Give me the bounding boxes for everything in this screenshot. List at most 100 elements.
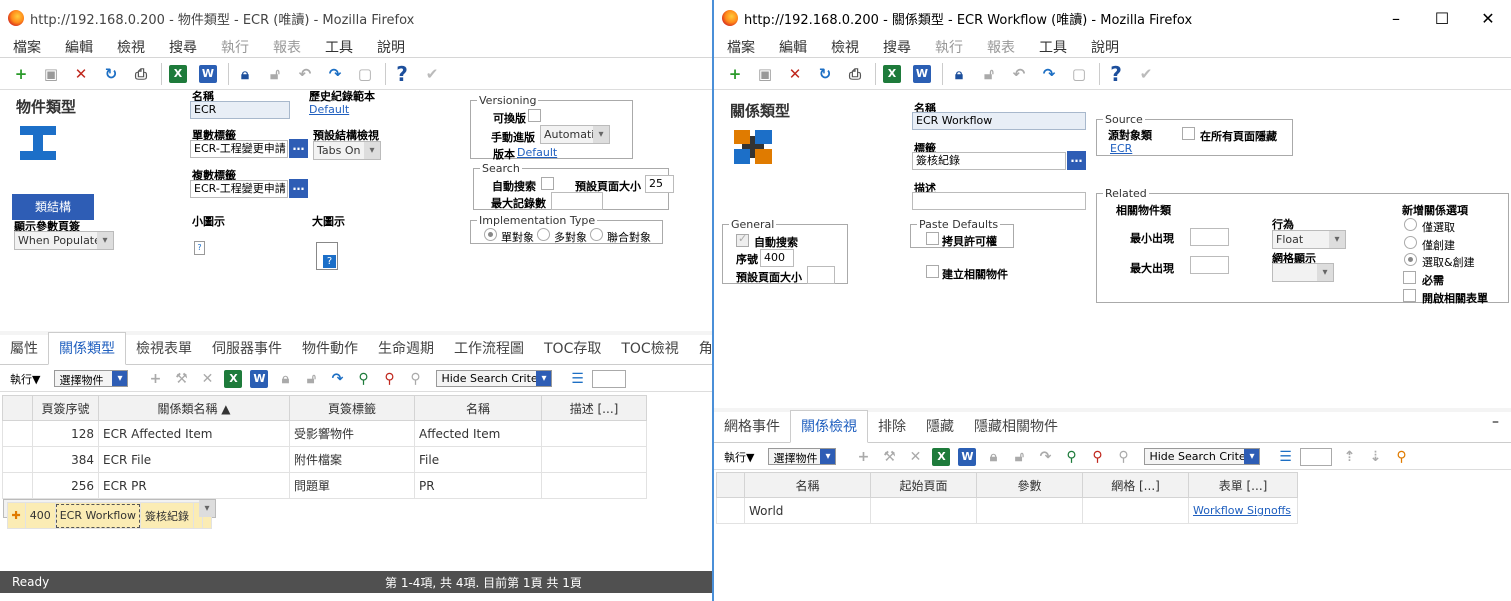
grid-word-icon[interactable]: W bbox=[248, 369, 270, 389]
table-row[interactable]: World Workflow Signoffs bbox=[716, 497, 1298, 524]
auto-search-checkbox[interactable] bbox=[541, 177, 554, 190]
rel-select-create-radio[interactable] bbox=[1404, 253, 1417, 266]
tab-toc-view[interactable]: TOC檢視 bbox=[611, 338, 688, 364]
menu-edit[interactable]: 編輯 bbox=[766, 37, 818, 57]
menu-search[interactable]: 搜尋 bbox=[156, 37, 208, 57]
search-clear-icon[interactable]: ⚲ bbox=[1086, 447, 1108, 467]
rel-create-only-radio[interactable] bbox=[1404, 236, 1417, 249]
source-link[interactable]: ECR bbox=[1110, 142, 1132, 155]
promote-icon[interactable]: ↷ bbox=[1036, 62, 1062, 86]
col-name[interactable]: 名稱 bbox=[744, 472, 871, 498]
maximize-button[interactable]: ☐ bbox=[1419, 0, 1465, 36]
undo-icon[interactable]: ↶ bbox=[1006, 62, 1032, 86]
search-run-icon[interactable]: ⚲ bbox=[1060, 447, 1082, 467]
page-size-field[interactable]: 25 bbox=[645, 175, 674, 193]
desc-field[interactable] bbox=[912, 192, 1086, 210]
copy-perm-checkbox[interactable] bbox=[926, 232, 939, 245]
seq-field[interactable]: 400 bbox=[760, 249, 794, 267]
open-related-checkbox[interactable] bbox=[1403, 289, 1416, 302]
tab-relationship-types[interactable]: 關係類型 bbox=[48, 332, 126, 365]
col-seq[interactable]: 頁簽序號 bbox=[32, 395, 99, 421]
grid-run-menu[interactable]: 執行▼ bbox=[724, 449, 754, 465]
grid-unlock-icon[interactable]: 🔓︎ bbox=[1008, 447, 1030, 467]
save-icon[interactable]: ▣ bbox=[38, 62, 64, 86]
behavior-select[interactable]: Float bbox=[1272, 230, 1346, 249]
auto-search-checkbox[interactable]: ✓ bbox=[736, 232, 749, 247]
delete-row-icon[interactable]: ✕ bbox=[196, 369, 218, 389]
version-link[interactable]: Default bbox=[517, 146, 557, 159]
excel-icon[interactable]: X bbox=[879, 62, 905, 86]
min-field[interactable] bbox=[1190, 228, 1229, 246]
col-tab-label[interactable]: 頁簽標籤 bbox=[289, 395, 415, 421]
impl-multi-radio[interactable] bbox=[537, 228, 550, 241]
word-icon[interactable]: W bbox=[195, 62, 221, 86]
tab-relationship-view[interactable]: 關係檢視 bbox=[790, 410, 868, 443]
name-field[interactable]: ECR bbox=[190, 101, 290, 119]
refresh-icon[interactable]: ↻ bbox=[812, 62, 838, 86]
new-icon[interactable]: + bbox=[722, 62, 748, 86]
search-run-icon[interactable]: ⚲ bbox=[352, 369, 374, 389]
label-field[interactable]: 簽核紀錄 bbox=[912, 152, 1066, 170]
large-icon-image[interactable]: ? bbox=[316, 242, 338, 270]
rel-select-only-radio[interactable] bbox=[1404, 218, 1417, 231]
help-icon[interactable]: ? bbox=[1103, 62, 1129, 86]
unlock-icon[interactable]: 🔓︎ bbox=[262, 62, 288, 86]
col-start-page[interactable]: 起始頁面 bbox=[870, 472, 977, 498]
grid-run-menu[interactable]: 執行▼ bbox=[10, 371, 40, 387]
table-row[interactable]: 128 ECR Affected Item 受影響物件 Affected Ite… bbox=[2, 420, 647, 447]
grid-select-dropdown[interactable]: 選擇物件 bbox=[768, 448, 837, 465]
single-browse-button[interactable]: … bbox=[289, 139, 308, 158]
col-desc[interactable]: 描述 [...] bbox=[541, 395, 647, 421]
pick-icon[interactable]: ⚒ bbox=[878, 447, 900, 467]
close-button[interactable]: ✕ bbox=[1465, 0, 1511, 36]
table-row[interactable]: 256 ECR PR 問題單 PR bbox=[2, 472, 647, 499]
clipboard-icon[interactable]: ▢ bbox=[1066, 62, 1092, 86]
pick-icon[interactable]: ⚒ bbox=[170, 369, 192, 389]
delete-row-icon[interactable]: ✕ bbox=[904, 447, 926, 467]
small-icon-image[interactable]: ? bbox=[194, 241, 205, 255]
default-view-select[interactable]: Tabs On bbox=[313, 141, 381, 160]
table-row[interactable]: 384 ECR File 附件檔案 File bbox=[2, 446, 647, 473]
menu-file[interactable]: 檔案 bbox=[714, 37, 766, 57]
sort-down-icon[interactable]: ⇣ bbox=[1364, 447, 1386, 467]
required-checkbox[interactable] bbox=[1403, 271, 1416, 284]
grid-word-icon[interactable]: W bbox=[956, 447, 978, 467]
grid-excel-icon[interactable]: X bbox=[930, 447, 952, 467]
single-field[interactable]: ECR-工程變更申請 bbox=[190, 140, 288, 158]
menu-help[interactable]: 說明 bbox=[364, 37, 416, 57]
new-icon[interactable]: + bbox=[8, 62, 34, 86]
max-records-field[interactable] bbox=[551, 192, 603, 210]
manual-rev-select[interactable]: Automatic bbox=[540, 125, 610, 144]
promote-icon[interactable]: ↷ bbox=[322, 62, 348, 86]
tab-server-events[interactable]: 伺服器事件 bbox=[202, 338, 292, 364]
tab-workflow[interactable]: 工作流程圖 bbox=[444, 338, 534, 364]
lock-icon[interactable]: 🔒︎ bbox=[232, 62, 258, 86]
history-link[interactable]: Default bbox=[309, 103, 349, 116]
grid-excel-icon[interactable]: X bbox=[222, 369, 244, 389]
hide-all-checkbox[interactable] bbox=[1182, 127, 1195, 140]
find-icon[interactable]: ⚲ bbox=[1390, 447, 1412, 467]
tab-properties[interactable]: 屬性 bbox=[0, 338, 48, 364]
grid-view-select[interactable] bbox=[1272, 263, 1334, 282]
unlock-icon[interactable]: 🔓︎ bbox=[976, 62, 1002, 86]
table-row-selected[interactable]: ✚ 400 ECR Workflow 簽核紀錄 bbox=[2, 499, 216, 529]
label-browse-button[interactable]: … bbox=[1067, 151, 1086, 170]
tab-grid-events[interactable]: 網格事件 bbox=[714, 416, 790, 442]
grid-promote-icon[interactable]: ↷ bbox=[1034, 447, 1056, 467]
undo-icon[interactable]: ↶ bbox=[292, 62, 318, 86]
plural-browse-button[interactable]: … bbox=[289, 179, 308, 198]
menu-search[interactable]: 搜尋 bbox=[870, 37, 922, 57]
grid-promote-icon[interactable]: ↷ bbox=[326, 369, 348, 389]
col-name[interactable]: 名稱 bbox=[414, 395, 542, 421]
menu-report[interactable]: 報表 bbox=[260, 37, 312, 57]
menu-report[interactable]: 報表 bbox=[974, 37, 1026, 57]
impl-union-radio[interactable] bbox=[590, 228, 603, 241]
clipboard-icon[interactable]: ▢ bbox=[352, 62, 378, 86]
sort-up-icon[interactable]: ⇡ bbox=[1338, 447, 1360, 467]
lock-icon[interactable]: 🔒︎ bbox=[946, 62, 972, 86]
delete-icon[interactable]: ✕ bbox=[782, 62, 808, 86]
excel-icon[interactable]: X bbox=[165, 62, 191, 86]
page-input[interactable] bbox=[592, 369, 627, 388]
search-clear-icon[interactable]: ⚲ bbox=[378, 369, 400, 389]
page-icon[interactable]: ☰ bbox=[566, 369, 588, 389]
